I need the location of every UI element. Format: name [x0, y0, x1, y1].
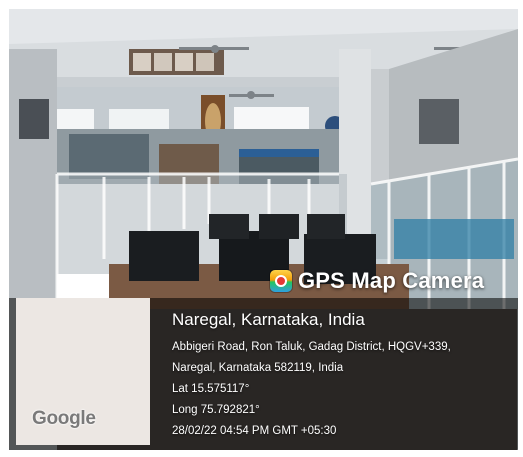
google-logo: Google — [32, 408, 96, 429]
glass-partition — [57, 174, 347, 274]
photo-frame: Google GPS Map Camera Naregal, Karnataka… — [0, 0, 523, 457]
app-title: GPS Map Camera — [298, 268, 485, 293]
gps-app-badge: GPS Map Camera — [270, 266, 484, 296]
latitude: Lat 15.575117° — [172, 383, 250, 395]
address-line-1: Abbigeri Road, Ron Taluk, Gadag District… — [172, 341, 451, 353]
gps-map-camera-icon — [270, 270, 292, 292]
timestamp: 28/02/22 04:54 PM GMT +05:30 — [172, 425, 337, 437]
longitude: Long 75.792821° — [172, 404, 260, 416]
place-name: Naregal, Karnataka, India — [172, 310, 365, 329]
computer-monitor — [129, 231, 199, 281]
location-details: Naregal, Karnataka, India Abbigeri Road,… — [172, 310, 451, 442]
address-line-2: Naregal, Karnataka 582119, India — [172, 362, 344, 374]
